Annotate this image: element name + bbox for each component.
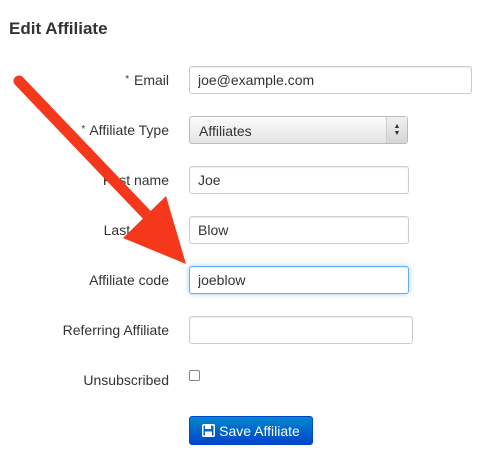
required-marker: * (125, 74, 130, 85)
select-arrows-icon: ▲ ▼ (386, 117, 407, 143)
last-name-field[interactable] (189, 216, 409, 244)
save-icon (202, 424, 216, 437)
unsubscribed-checkbox[interactable] (189, 370, 200, 381)
last-name-label: Last name (103, 222, 169, 238)
first-name-label: First name (102, 172, 169, 188)
referring-affiliate-field[interactable] (189, 316, 413, 344)
affiliate-code-label: Affiliate code (89, 272, 169, 288)
email-field[interactable] (189, 66, 472, 94)
first-name-field[interactable] (189, 166, 409, 194)
save-affiliate-label: Save Affiliate (219, 422, 300, 439)
save-affiliate-button[interactable]: Save Affiliate (189, 416, 313, 445)
email-label: * Email (125, 72, 169, 88)
required-marker: * (81, 124, 86, 135)
affiliate-type-value: Affiliates (199, 123, 252, 139)
affiliate-code-field[interactable] (189, 266, 409, 294)
unsubscribed-label: Unsubscribed (83, 372, 169, 388)
page-title: Edit Affiliate (9, 19, 108, 38)
affiliate-type-select[interactable]: Affiliates ▲ ▼ (189, 116, 408, 144)
affiliate-type-label: * Affiliate Type (81, 122, 169, 138)
referring-affiliate-label: Referring Affiliate (62, 322, 169, 338)
